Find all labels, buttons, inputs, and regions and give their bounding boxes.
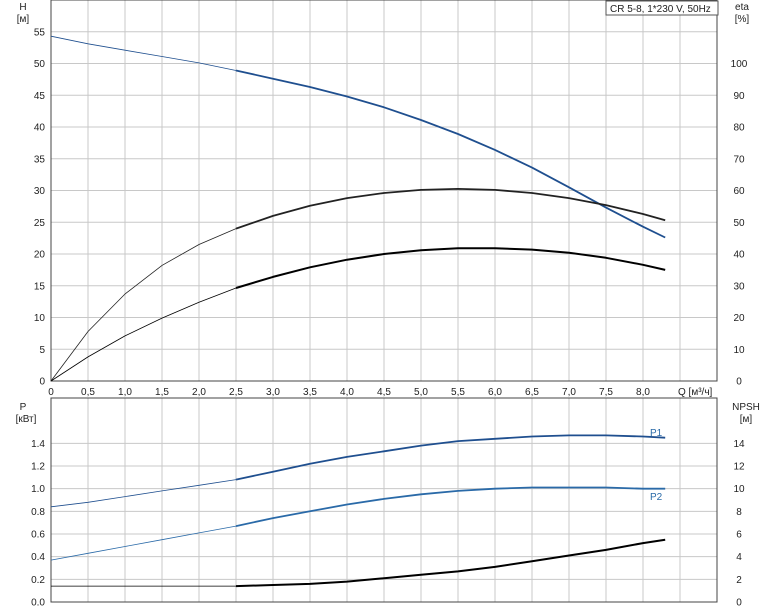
x-axis-tick-label: 3,0 (266, 387, 280, 398)
pump-performance-chart: 0510152025303540455055010203040506070809… (16, 0, 760, 609)
right-axis-tick-label: 30 (733, 281, 745, 292)
x-axis-tick-label: 3,5 (303, 387, 317, 398)
curve-series-1-0 (235, 434, 666, 481)
left-axis-tick-label: 15 (34, 281, 46, 292)
right-axis-tick-label: 50 (733, 218, 745, 229)
left-axis-tick-label: 0 (39, 377, 45, 388)
right-axis-tick-label: 2 (736, 575, 742, 586)
right-axis-tick-label: 60 (733, 186, 745, 197)
x-axis-label: Q [м³/ч] (678, 387, 713, 398)
right-axis-tick-label: 0 (736, 377, 742, 388)
left-axis-tick-label: 30 (34, 186, 46, 197)
right-axis-tick-label: 14 (733, 439, 745, 450)
left-axis-tick-label: 5 (39, 345, 45, 356)
bottom-plot-grid (51, 398, 717, 602)
x-axis-tick-label: 1,5 (155, 387, 169, 398)
series-label-p2: P2 (650, 492, 663, 503)
curve-series-0-2-thin (50, 287, 237, 382)
right-axis-tick-label: 0 (736, 598, 742, 609)
left-axis-tick-label: 1.2 (31, 462, 45, 473)
bottom-right-axis-unit: [м] (740, 414, 753, 425)
left-axis-tick-label: 55 (34, 27, 46, 38)
x-axis-tick-label: 2,0 (192, 387, 206, 398)
right-axis-tick-label: 6 (736, 530, 742, 541)
right-axis-tick-label: 40 (733, 250, 745, 261)
right-axis-tick-label: 70 (733, 154, 745, 165)
x-axis-tick-label: 0 (48, 387, 54, 398)
x-axis-tick-label: 7,5 (599, 387, 613, 398)
x-axis-tick-label: 6,5 (525, 387, 539, 398)
x-axis-tick-label: 4,0 (340, 387, 354, 398)
x-axis-tick-label: 7,0 (562, 387, 576, 398)
right-axis-tick-label: 10 (733, 345, 745, 356)
chart-title-box: CR 5-8, 1*230 V, 50Hz (605, 0, 719, 16)
left-axis-tick-label: 25 (34, 218, 46, 229)
left-axis-tick-label: 10 (34, 313, 46, 324)
x-axis-tick-label: 6,0 (488, 387, 502, 398)
left-axis-tick-label: 0.0 (31, 598, 45, 609)
x-axis-tick-label: 8,0 (636, 387, 650, 398)
curve-series-0-0-thin (50, 35, 237, 71)
curve-series-1-0-thin (50, 479, 237, 508)
top-left-axis-label: H (19, 2, 26, 13)
left-axis-tick-label: 0.2 (31, 575, 45, 586)
right-axis-tick-label: 8 (736, 507, 742, 518)
bottom-right-axis-label: NPSH (732, 402, 760, 413)
right-axis-tick-label: 4 (736, 552, 742, 563)
right-axis-tick-label: 20 (733, 313, 745, 324)
right-axis-tick-label: 12 (733, 462, 745, 473)
left-axis-tick-label: 0.4 (31, 552, 45, 563)
x-axis-tick-label: 4,5 (377, 387, 391, 398)
x-axis-tick-label: 2,5 (229, 387, 243, 398)
x-axis-tick-label: 0,5 (81, 387, 95, 398)
x-axis-tick-label: 1,0 (118, 387, 132, 398)
top-left-axis-unit: [м] (17, 14, 30, 25)
curve-series-1-1 (235, 486, 666, 527)
left-axis-tick-label: 1.0 (31, 484, 45, 495)
left-axis-tick-label: 1.4 (31, 439, 45, 450)
curve-series-0-1-thin (50, 228, 237, 382)
right-axis-tick-label: 90 (733, 91, 745, 102)
bottom-left-axis-label: P (20, 402, 27, 413)
x-axis-tick-label: 5,5 (451, 387, 465, 398)
right-axis-tick-label: 100 (731, 59, 748, 70)
top-right-axis-unit: [%] (735, 14, 750, 25)
bottom-left-axis-unit: [кВт] (16, 414, 37, 425)
right-axis-tick-label: 80 (733, 123, 745, 134)
curves (50, 35, 666, 588)
left-axis-tick-label: 20 (34, 250, 46, 261)
left-axis-tick-label: 35 (34, 154, 46, 165)
left-axis-tick-label: 50 (34, 59, 46, 70)
left-axis-tick-label: 45 (34, 91, 46, 102)
top-right-axis-label: eta (735, 2, 749, 13)
series-label-p1: P1 (650, 428, 663, 439)
left-axis-tick-label: 40 (34, 123, 46, 134)
chart-title: CR 5-8, 1*230 V, 50Hz (610, 4, 711, 15)
curve-series-1-1-thin (50, 525, 237, 561)
left-axis-tick-label: 0.6 (31, 530, 45, 541)
left-axis-tick-label: 0.8 (31, 507, 45, 518)
right-axis-tick-label: 10 (733, 484, 745, 495)
x-axis-tick-label: 5,0 (414, 387, 428, 398)
